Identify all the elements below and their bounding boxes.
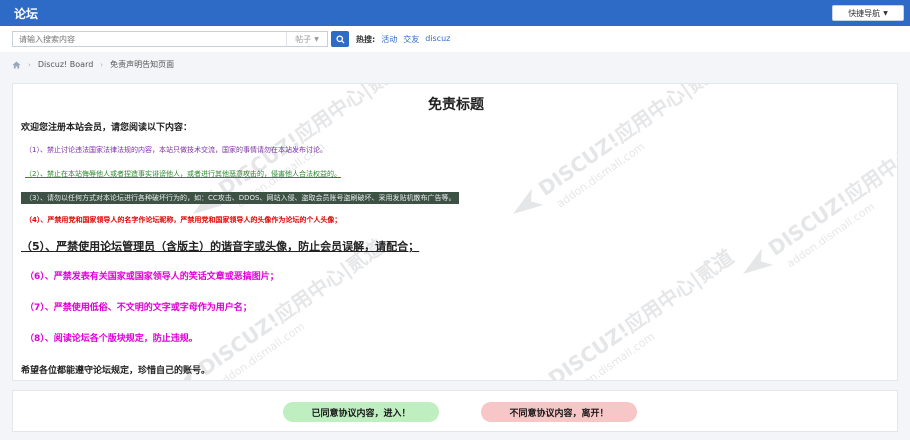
rule-item: （8）、阅读论坛各个版块规定，防止违规。: [25, 334, 198, 344]
hot-search-link[interactable]: 活动: [381, 34, 397, 45]
page-title: 免责标题: [428, 97, 484, 113]
closing-text: 希望各位都能遵守论坛规定，珍惜自己的账号。: [21, 366, 211, 376]
search-icon: [335, 34, 345, 44]
watermark-url: addon.dismall.com: [554, 140, 647, 210]
rule-item: （7）、严禁使用低俗、不文明的文字或字母作为用户名；: [25, 303, 252, 313]
top-nav-bar: 论坛 快捷导航 ▼: [0, 0, 910, 26]
rule-item: （6）、严禁发表有关国家或国家领导人的笑话文章或恶搞图片；: [25, 272, 279, 282]
breadcrumb-item[interactable]: Discuz! Board: [38, 60, 93, 69]
breadcrumb: › Discuz! Board › 免责声明告知页面: [12, 59, 174, 70]
caret-down-icon: ▼: [883, 9, 888, 17]
rule-item: （1）、禁止讨论违法国家法律法规的内容，本站只做技术交流，国家的事情请勿在本站发…: [25, 146, 327, 154]
site-logo[interactable]: 论坛: [14, 5, 38, 22]
search-button[interactable]: [331, 31, 349, 47]
rule-item: （5）、严禁使用论坛管理员（含版主）的谐音字或头像，防止会员误解，请配合；: [21, 240, 420, 253]
watermark-brand: DISCUZ!应用中心|贰道: [764, 115, 898, 261]
watermark-url: addon.dismall.com: [784, 200, 877, 270]
search-type-label: 帖子: [295, 34, 312, 44]
disclaimer-panel: DISCUZ!应用中心|贰道 addon.dismall.com DISCUZ!…: [12, 83, 898, 381]
search-type-select[interactable]: 帖子 ▼: [286, 31, 328, 47]
rule-item: （4）、严禁用党和国家领导人的名字作论坛昵称，严禁用党和国家领导人的头像作为论坛…: [25, 216, 342, 224]
rule-item: （3）、请勿以任何方式对本论坛进行各种破坏行为的，如：CC攻击、DDOS、网站入…: [21, 192, 460, 204]
home-icon[interactable]: [12, 60, 21, 69]
chevron-right-icon: ›: [100, 60, 104, 69]
quick-nav-label: 快捷导航: [848, 8, 881, 18]
hot-search-link[interactable]: 交友: [403, 34, 419, 45]
breadcrumb-item: 免责声明告知页面: [110, 60, 175, 69]
search-input[interactable]: [12, 31, 328, 47]
agree-enter-button[interactable]: 已同意协议内容，进入！: [283, 402, 439, 422]
watermark-url: addon.dismall.com: [564, 330, 657, 381]
hot-search: 热搜: 活动 交友 discuz: [356, 34, 450, 45]
rule-item: （2）、禁止在本站侮辱他人或者捏造事实诽谤他人，或者进行其他恶意攻击的，侵害他人…: [25, 170, 341, 178]
hot-search-label: 热搜:: [356, 35, 376, 44]
welcome-text: 欢迎您注册本站会员，请您阅读以下内容：: [21, 123, 193, 133]
quick-nav-button[interactable]: 快捷导航 ▼: [832, 5, 904, 21]
watermark-brand: DISCUZ!应用中心|贰道: [544, 245, 738, 381]
action-bar: 已同意协议内容，进入！ 不同意协议内容，离开！: [12, 390, 898, 432]
caret-down-icon: ▼: [314, 35, 319, 43]
hot-search-link[interactable]: discuz: [425, 34, 450, 45]
disagree-leave-button[interactable]: 不同意协议内容，离开！: [481, 402, 637, 422]
chevron-right-icon: ›: [28, 60, 31, 69]
watermark-url: addon.dismall.com: [214, 320, 307, 381]
search-bar: 帖子 ▼ 热搜: 活动 交友 discuz: [0, 26, 910, 52]
